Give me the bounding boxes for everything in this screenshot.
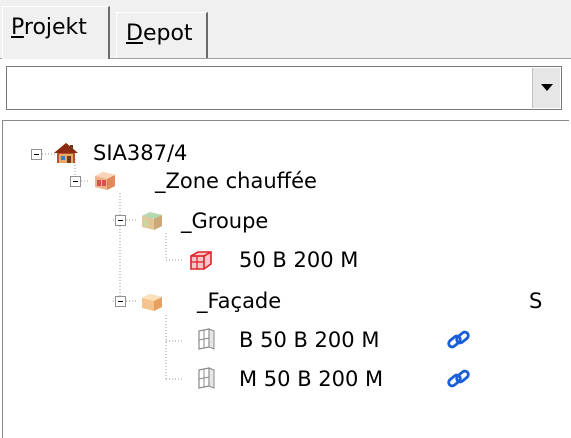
tab-depot[interactable]: Depot (116, 12, 208, 58)
tree-node-label[interactable]: _Zone chauffée (155, 169, 317, 193)
house-icon (54, 143, 78, 163)
expand-toggle-facade[interactable] (115, 296, 126, 307)
status-flag: S (529, 289, 543, 313)
project-tree[interactable]: SIA387/4 _Zone chauffée _Groupe 50 B 200… (2, 120, 569, 438)
tab-bar: Projekt Depot (0, 0, 571, 59)
tree-node-label[interactable]: SIA387/4 (93, 141, 187, 165)
tab-projekt-label: Projekt (11, 15, 87, 40)
project-combo[interactable] (6, 66, 562, 110)
chevron-down-icon (541, 84, 553, 91)
group-icon (142, 212, 162, 230)
window-icon (198, 367, 215, 389)
tree-node-label[interactable]: 50 B 200 M (239, 248, 358, 272)
link-icon[interactable] (445, 366, 473, 392)
window-icon (198, 328, 215, 350)
expand-toggle-zone[interactable] (70, 176, 81, 187)
project-panel: Projekt Depot SIA387/4 _Zone chauffée _G… (0, 0, 571, 438)
tab-projekt[interactable]: Projekt (2, 6, 110, 59)
facade-icon (142, 294, 162, 311)
tab-depot-label: Depot (126, 21, 193, 46)
tree-node-label[interactable]: M 50 B 200 M (239, 367, 383, 391)
link-icon[interactable] (445, 327, 473, 353)
heated-zone-icon (95, 172, 115, 190)
tree-node-label[interactable]: _Groupe (181, 209, 268, 233)
tree-node-label[interactable]: B 50 B 200 M (239, 328, 379, 352)
expand-toggle-root[interactable] (31, 149, 42, 160)
red-element-icon (190, 251, 212, 270)
tree-node-label[interactable]: _Façade (197, 289, 281, 313)
combo-dropdown-button[interactable] (532, 68, 560, 108)
expand-toggle-groupe[interactable] (115, 215, 126, 226)
